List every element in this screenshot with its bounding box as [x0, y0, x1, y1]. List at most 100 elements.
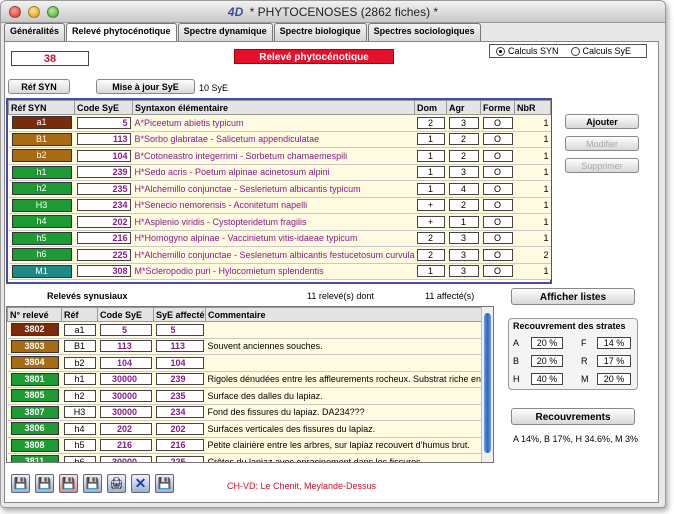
col-syntaxon[interactable]: Syntaxon élémentaire	[132, 100, 415, 115]
syn-table-row[interactable]: b2 104 B*Cotoneastro integerrimi - Sorbetu…	[8, 147, 551, 165]
col-ref-syn[interactable]: Réf SYN	[8, 100, 75, 115]
syn-agr[interactable]: 1	[448, 215, 479, 228]
floppy-icon[interactable]: 💾	[35, 474, 54, 493]
syn-code[interactable]: 113	[76, 133, 131, 146]
syn-code[interactable]: 225	[76, 248, 131, 261]
releve-row[interactable]: 3805 h2 30000 235 Surface des dalles du lapi…	[7, 387, 482, 405]
col-dom[interactable]: Dom	[414, 100, 447, 115]
syn-agr[interactable]: 3	[448, 248, 479, 261]
syn-table-row[interactable]: H3 234 H*Senecio nemorensis - Aconitetum n…	[8, 197, 551, 214]
syn-code[interactable]: 235	[76, 182, 131, 195]
col-nbr[interactable]: NbR	[514, 100, 551, 115]
syn-table-row[interactable]: h1 239 H*Sedo acris - Poetum alpinae acine…	[8, 164, 551, 181]
syn-code[interactable]: 216	[76, 232, 131, 245]
syn-dom[interactable]: 2	[416, 232, 445, 245]
releve-code[interactable]: 216	[99, 439, 152, 452]
releve-affected[interactable]: 225	[155, 455, 204, 462]
syn-forme[interactable]: O	[482, 215, 513, 228]
syn-code[interactable]: 308	[76, 265, 131, 278]
syn-dom[interactable]: 1	[416, 149, 445, 162]
col-commentaire[interactable]: Commentaire	[205, 307, 482, 322]
syn-forme[interactable]: O	[482, 116, 513, 129]
syn-table-row[interactable]: B1 113 B*Sorbo glabratae - Salicetum appen…	[8, 131, 551, 148]
releve-code[interactable]: 104	[99, 356, 152, 369]
tab-spectres-sociologiques[interactable]: Spectres sociologiques	[367, 23, 481, 41]
syn-table-row[interactable]: h6 225 H*Alchemillo conjunctae - Sesleriet…	[8, 246, 551, 264]
syn-dom[interactable]: 1	[416, 265, 445, 278]
syn-table-row[interactable]: h2 235 H*Alchemillo conjunctae - Sesleriet…	[8, 180, 551, 198]
syn-forme[interactable]: O	[482, 182, 513, 195]
releve-code[interactable]: 30000	[99, 389, 152, 402]
modify-button[interactable]: Modifier	[565, 136, 639, 151]
strata-value-r[interactable]: 17 %	[597, 355, 631, 367]
releve-ref[interactable]: B1	[63, 340, 96, 353]
col-ref[interactable]: Réf	[61, 307, 98, 322]
releve-row[interactable]: 3808 h5 216 216 Petite clairière entre les a…	[7, 437, 482, 454]
releve-affected[interactable]: 235	[155, 389, 204, 402]
releve-ref[interactable]: h1	[63, 373, 96, 386]
syn-dom[interactable]: 2	[416, 248, 445, 261]
strata-value-f[interactable]: 14 %	[597, 337, 631, 349]
syn-table-row[interactable]: h5 216 H*Homogyno alpinae - Vaccinietum vi…	[8, 230, 551, 247]
syn-table-row[interactable]: a1 5 A*Piceetum abietis typicum 2 3 O 1	[8, 114, 551, 132]
col-code-sye[interactable]: Code SyE	[74, 100, 133, 115]
syn-forme[interactable]: O	[482, 166, 513, 179]
tab-spectre-dynamique[interactable]: Spectre dynamique	[177, 23, 273, 41]
releve-row[interactable]: 3802 a1 5 5	[7, 321, 482, 339]
releve-code[interactable]: 202	[99, 422, 152, 435]
update-sye-button[interactable]: Mise à jour SyE	[96, 79, 195, 94]
syn-forme[interactable]: O	[482, 149, 513, 162]
delete-x-icon[interactable]: ✕	[131, 474, 150, 493]
releve-row[interactable]: 3811 h6 30000 225 Crêtes du lapiaz avec enra…	[7, 453, 482, 462]
releve-row[interactable]: 3803 B1 113 113 Souvent anciennes souches.	[7, 338, 482, 355]
releve-affected[interactable]: 202	[155, 422, 204, 435]
syn-code[interactable]: 104	[76, 149, 131, 162]
syn-forme[interactable]: O	[482, 199, 513, 212]
floppy-icon[interactable]: 💾	[11, 474, 30, 493]
syn-code[interactable]: 202	[76, 215, 131, 228]
syn-forme[interactable]: O	[482, 133, 513, 146]
show-lists-button[interactable]: Afficher listes	[511, 288, 635, 305]
syn-forme[interactable]: O	[482, 265, 513, 278]
releve-affected[interactable]: 113	[155, 340, 204, 353]
releve-ref[interactable]: b2	[63, 356, 96, 369]
syn-agr[interactable]: 3	[448, 232, 479, 245]
syn-code[interactable]: 5	[76, 116, 131, 129]
releve-ref[interactable]: h5	[63, 439, 96, 452]
col-forme[interactable]: Forme	[480, 100, 515, 115]
tab-releve-phytocenotique[interactable]: Relevé phytocénotique	[66, 23, 177, 42]
tab-generalites[interactable]: Généralités	[4, 23, 66, 41]
syn-dom[interactable]: 2	[416, 116, 445, 129]
syn-table-row[interactable]: M1 308 M*Scleropodio puri - Hylocomietum s…	[8, 263, 551, 280]
floppy-red-icon[interactable]: 💾	[59, 474, 78, 493]
floppy-icon[interactable]: 💾	[83, 474, 102, 493]
syn-agr[interactable]: 2	[448, 149, 479, 162]
calc-syn-radio[interactable]	[496, 46, 505, 56]
syn-dom[interactable]: +	[416, 215, 445, 228]
syn-agr[interactable]: 3	[448, 116, 479, 129]
releve-code[interactable]: 5	[99, 323, 152, 336]
releve-affected[interactable]: 234	[155, 406, 204, 419]
delete-button[interactable]: Supprimer	[565, 158, 639, 173]
col-sye-affecte[interactable]: SyE affecté	[153, 307, 206, 322]
syn-agr[interactable]: 2	[448, 199, 479, 212]
strata-value-a[interactable]: 20 %	[531, 337, 563, 349]
syn-agr[interactable]: 3	[448, 265, 479, 278]
syn-dom[interactable]: 1	[416, 182, 445, 195]
releve-affected[interactable]: 216	[155, 439, 204, 452]
syn-forme[interactable]: O	[482, 232, 513, 245]
tab-spectre-biologique[interactable]: Spectre biologique	[273, 23, 367, 41]
syn-forme[interactable]: O	[482, 248, 513, 261]
strata-value-b[interactable]: 20 %	[531, 355, 563, 367]
releve-row[interactable]: 3806 h4 202 202 Surfaces verticales des fiss…	[7, 420, 482, 438]
releve-ref[interactable]: H3	[63, 406, 96, 419]
strata-value-h[interactable]: 40 %	[531, 373, 563, 385]
add-button[interactable]: Ajouter	[565, 114, 639, 129]
recouvrements-button[interactable]: Recouvrements	[511, 408, 635, 425]
syn-dom[interactable]: +	[416, 199, 445, 212]
syn-dom[interactable]: 1	[416, 166, 445, 179]
releve-code[interactable]: 30000	[99, 455, 152, 462]
syn-agr[interactable]: 4	[448, 182, 479, 195]
col-agr[interactable]: Agr	[446, 100, 481, 115]
releve-code[interactable]: 30000	[99, 373, 152, 386]
